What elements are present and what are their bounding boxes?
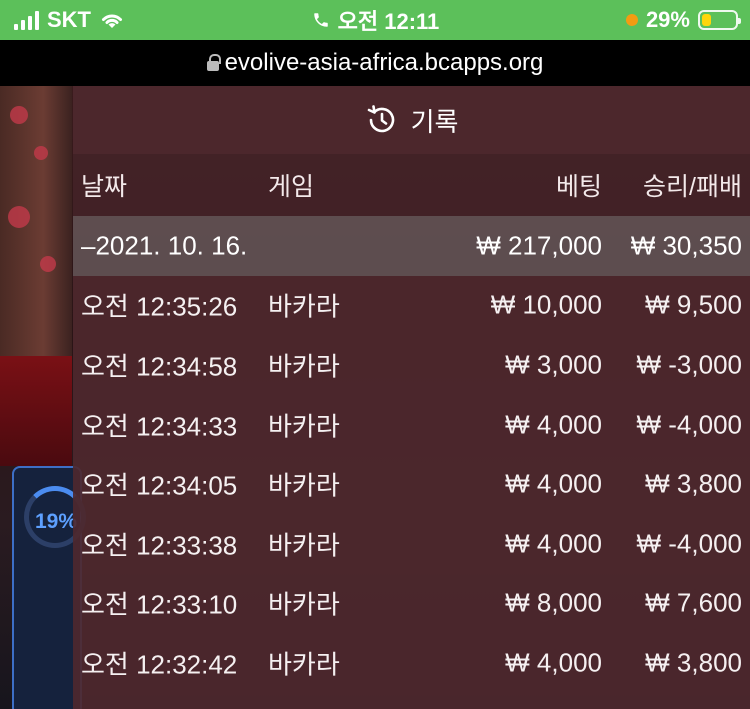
date-summary-row[interactable]: –2021. 10. 16. ₩ 217,000 ₩ 30,350 bbox=[73, 216, 750, 276]
phone-icon bbox=[313, 13, 328, 27]
row-result: ₩ -4,000 bbox=[636, 528, 743, 559]
column-header-result: 승리/패배 bbox=[643, 173, 742, 201]
wifi-icon bbox=[102, 14, 122, 28]
row-bet: ₩ 3,000 bbox=[505, 349, 602, 380]
history-panel: 기록 날짜 게임 베팅 승리/패배 –2021. 10. 16. ₩ 217,0… bbox=[73, 86, 750, 709]
history-icon bbox=[367, 105, 394, 133]
row-time: 오전 12:33:10 bbox=[81, 589, 238, 620]
row-time: 오전 12:32:42 bbox=[81, 649, 238, 680]
row-game: 바카라 bbox=[268, 351, 340, 382]
row-result: ₩ 7,600 bbox=[645, 587, 742, 618]
blossom-decoration bbox=[10, 106, 28, 124]
column-header-game: 게임 bbox=[268, 173, 315, 201]
row-time: 오전 12:34:58 bbox=[81, 351, 238, 382]
blossom-decoration bbox=[34, 146, 48, 160]
table-felt bbox=[0, 356, 72, 466]
url-text: evolive-asia-africa.bcapps.org bbox=[224, 49, 544, 76]
timer-label: 19% bbox=[35, 510, 78, 533]
status-right: 29% bbox=[625, 7, 741, 33]
row-game: 바카라 bbox=[268, 530, 340, 561]
column-header-bet: 베팅 bbox=[555, 173, 602, 201]
row-time: 오전 12:33:38 bbox=[81, 530, 238, 561]
row-result: ₩ 3,800 bbox=[645, 468, 742, 499]
row-result: ₩ -3,000 bbox=[636, 349, 743, 380]
status-center: 오전 12:11 bbox=[312, 4, 440, 36]
row-result: ₩ -4,000 bbox=[636, 409, 743, 440]
row-bet: ₩ 8,000 bbox=[505, 587, 602, 618]
row-time: 오전 12:35:26 bbox=[81, 291, 238, 322]
row-result: ₩ 9,500 bbox=[645, 289, 742, 320]
lock-icon bbox=[206, 53, 221, 71]
table-header: 날짜 게임 베팅 승리/패배 bbox=[73, 154, 750, 216]
summary-bet-total: ₩ 217,000 bbox=[476, 230, 602, 261]
summary-result-total: ₩ 30,350 bbox=[630, 230, 742, 261]
recording-indicator-icon bbox=[625, 14, 638, 26]
panel-title: 기록 bbox=[410, 106, 459, 137]
status-bar: SKT 오전 12:11 29% bbox=[0, 0, 750, 40]
row-bet: ₩ 4,000 bbox=[505, 468, 602, 499]
row-game: 바카라 bbox=[268, 470, 340, 501]
row-bet: ₩ 10,000 bbox=[490, 289, 602, 320]
column-header-date: 날짜 bbox=[81, 173, 128, 201]
row-game: 바카라 bbox=[268, 589, 340, 620]
decorative-screen bbox=[0, 86, 72, 366]
battery-icon bbox=[697, 10, 741, 30]
row-time: 오전 12:34:33 bbox=[81, 411, 238, 442]
blossom-decoration bbox=[40, 256, 56, 272]
clock-label: 오전 12:11 bbox=[337, 9, 440, 34]
table-row[interactable]: 오전 12:32:42 바카라 ₩ 4,000 ₩ 3,800 bbox=[73, 633, 750, 693]
status-left: SKT bbox=[14, 7, 125, 33]
table-row[interactable]: 오전 12:34:05 바카라 ₩ 4,000 ₩ 3,800 bbox=[73, 454, 750, 514]
row-bet: ₩ 4,000 bbox=[505, 647, 602, 678]
row-game: 바카라 bbox=[268, 411, 340, 442]
row-game: 바카라 bbox=[268, 291, 340, 322]
table-row[interactable]: 오전 12:33:38 바카라 ₩ 4,000 ₩ -4,000 bbox=[73, 514, 750, 574]
table-row[interactable]: 오전 12:35:26 바카라 ₩ 10,000 ₩ 9,500 bbox=[73, 276, 750, 336]
battery-percent: 29% bbox=[645, 7, 690, 32]
panel-header: 기록 bbox=[73, 86, 750, 154]
summary-date: –2021. 10. 16. bbox=[81, 230, 248, 261]
signal-icon bbox=[14, 10, 39, 30]
table-row[interactable]: 오전 12:34:58 바카라 ₩ 3,000 ₩ -3,000 bbox=[73, 335, 750, 395]
table-row[interactable]: 오전 12:34:33 바카라 ₩ 4,000 ₩ -4,000 bbox=[73, 395, 750, 455]
table-row[interactable]: 오전 12:33:10 바카라 ₩ 8,000 ₩ 7,600 bbox=[73, 574, 750, 634]
row-time: 오전 12:34:05 bbox=[81, 470, 238, 501]
row-bet: ₩ 4,000 bbox=[505, 409, 602, 440]
blossom-decoration bbox=[8, 206, 30, 228]
row-result: ₩ 3,800 bbox=[645, 647, 742, 678]
row-game: 바카라 bbox=[268, 649, 340, 680]
battery-level bbox=[701, 14, 712, 26]
row-bet: ₩ 4,000 bbox=[505, 528, 602, 559]
url-bar[interactable]: evolive-asia-africa.bcapps.org bbox=[0, 40, 750, 86]
carrier-label: SKT bbox=[47, 7, 91, 32]
